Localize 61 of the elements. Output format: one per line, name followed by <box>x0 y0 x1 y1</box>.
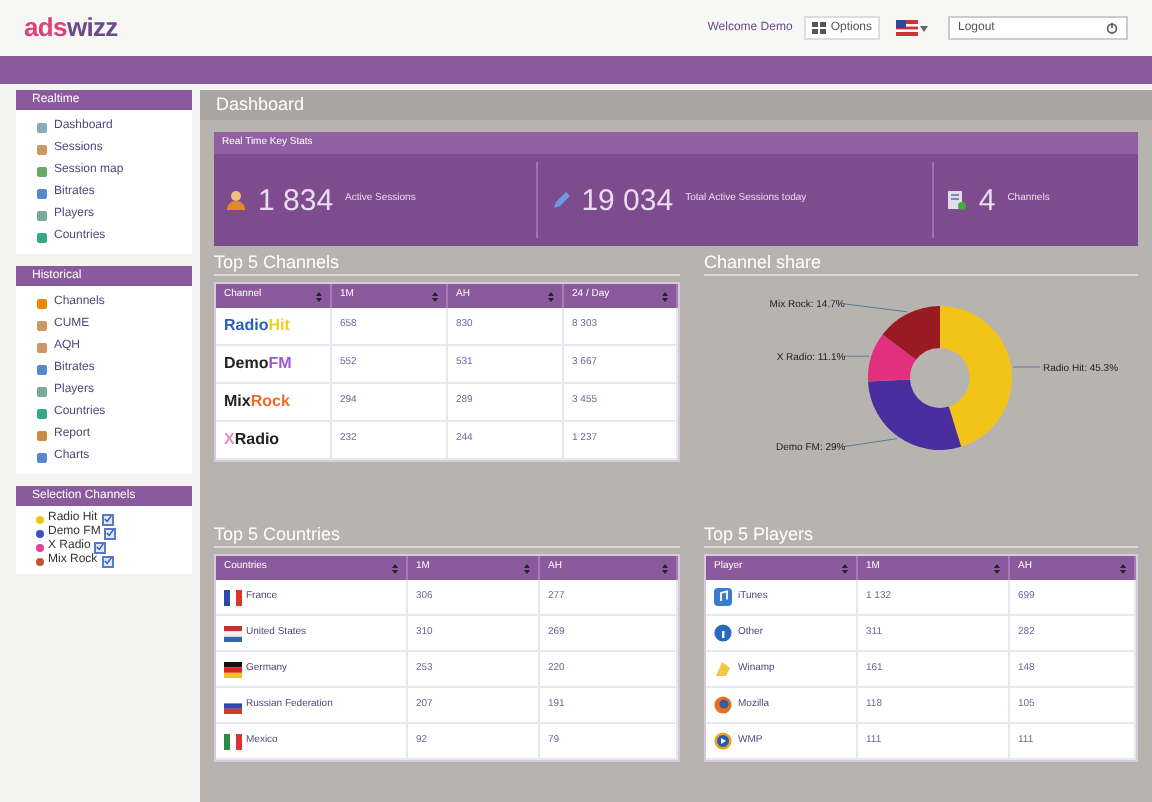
sort-icon <box>662 563 668 573</box>
leader-line <box>843 303 908 313</box>
player-icon <box>714 624 732 642</box>
channel-logo: MixRock <box>224 390 290 414</box>
square-icon <box>36 143 48 155</box>
pencil-icon <box>549 190 570 210</box>
square-icon <box>36 231 48 243</box>
language-button[interactable] <box>896 20 928 36</box>
section-title: Channel share <box>704 250 1138 276</box>
sort-icon <box>994 563 1000 573</box>
square-icon <box>36 187 48 199</box>
player-icon <box>714 588 732 606</box>
leader-line <box>843 355 870 357</box>
logo[interactable]: adswizz <box>24 8 118 48</box>
flag-icon <box>896 20 918 36</box>
section-title: Top 5 Players <box>704 522 1138 548</box>
sort-icon <box>524 563 530 573</box>
power-icon <box>1106 22 1118 34</box>
document-icon <box>946 190 967 210</box>
flag-icon <box>224 661 242 677</box>
sort-icon <box>432 291 438 301</box>
section-title: Top 5 Countries <box>214 522 680 548</box>
sort-icon <box>1120 563 1126 573</box>
flag-icon <box>224 697 242 713</box>
square-icon <box>36 385 48 397</box>
checkbox[interactable] <box>94 541 107 553</box>
caret-icon <box>920 25 928 31</box>
square-icon <box>36 165 48 177</box>
player-icon <box>714 732 732 750</box>
stat-value: 19 034 <box>581 185 674 215</box>
section-title: Top 5 Channels <box>214 250 680 276</box>
square-icon <box>36 121 48 133</box>
sort-icon <box>842 563 848 573</box>
grid-icon <box>812 22 827 34</box>
square-icon <box>36 407 48 419</box>
sort-icon <box>662 291 668 301</box>
square-icon <box>36 451 48 463</box>
sort-icon <box>392 563 398 573</box>
square-icon <box>36 319 48 331</box>
channel-logo: DemoFM <box>224 352 292 376</box>
flag-icon <box>224 589 242 605</box>
stat-value: 4 <box>978 185 996 215</box>
checkbox[interactable] <box>104 527 117 539</box>
sort-icon <box>316 291 322 301</box>
channel-logo: XRadio <box>224 428 280 452</box>
page-title: Dashboard <box>216 91 305 118</box>
leader-line <box>843 438 898 448</box>
square-icon <box>36 341 48 353</box>
flag-icon <box>224 625 242 641</box>
sort-icon <box>548 291 554 301</box>
flag-icon <box>224 733 242 749</box>
square-icon <box>36 429 48 441</box>
stat-value: 1 834 <box>258 185 334 215</box>
channel-logo: RadioHit <box>224 314 290 338</box>
leader-line <box>1012 366 1041 368</box>
checkbox[interactable] <box>101 555 114 567</box>
checkbox[interactable] <box>101 513 114 525</box>
square-icon <box>36 363 48 375</box>
square-icon <box>36 297 48 309</box>
square-icon <box>36 209 48 221</box>
person-icon <box>226 190 246 210</box>
